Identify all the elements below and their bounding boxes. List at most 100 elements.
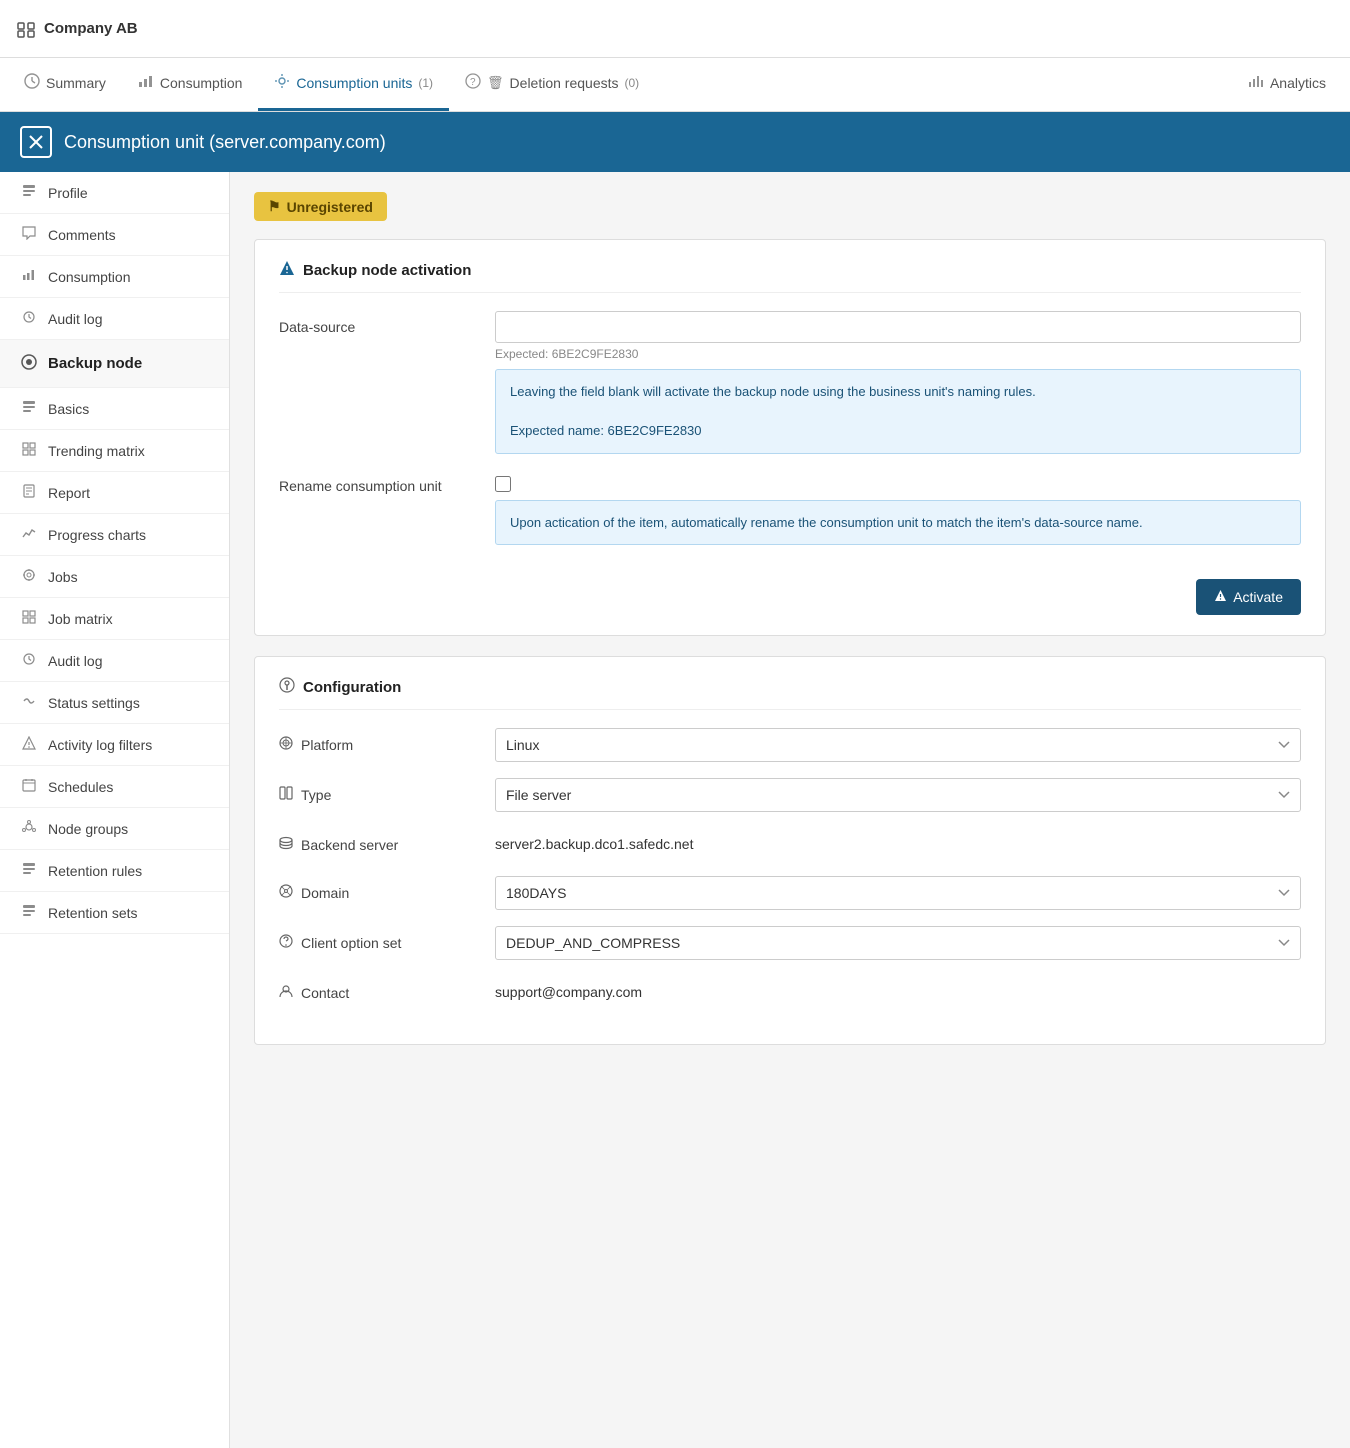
sidebar-item-retention-sets-label: Retention sets: [48, 905, 138, 921]
sidebar-item-profile[interactable]: Profile: [0, 172, 229, 214]
sidebar-item-jobs-label: Jobs: [48, 569, 78, 585]
backup-node-card: Backup node activation Data-source Expec…: [254, 239, 1326, 636]
platform-field: Linux Windows macOS: [495, 728, 1301, 762]
activate-icon: [1214, 589, 1227, 605]
sidebar-item-activity-log-filters[interactable]: Activity log filters: [0, 724, 229, 766]
backup-node-title-icon: [279, 260, 295, 280]
sidebar-item-profile-label: Profile: [48, 185, 88, 201]
rename-checkbox-row: [495, 470, 1301, 492]
content-area: ⚑ Unregistered Backup node activation Da…: [230, 172, 1350, 1448]
sidebar-item-progress-charts[interactable]: Progress charts: [0, 514, 229, 556]
platform-select[interactable]: Linux Windows macOS: [495, 728, 1301, 762]
sidebar-item-schedules[interactable]: Schedules: [0, 766, 229, 808]
rename-label: Rename consumption unit: [279, 470, 479, 494]
tab-summary-label: Summary: [46, 75, 106, 91]
backend-server-icon: [279, 836, 293, 853]
sidebar-item-consumption[interactable]: Consumption: [0, 256, 229, 298]
retention-sets-icon: [20, 904, 38, 921]
sidebar-item-audit-log-2[interactable]: Audit log: [0, 640, 229, 682]
domain-icon: [279, 884, 293, 901]
sidebar-item-schedules-label: Schedules: [48, 779, 113, 795]
sidebar-item-consumption-label: Consumption: [48, 269, 131, 285]
svg-text:?: ?: [470, 77, 476, 88]
progress-charts-icon: [20, 526, 38, 543]
profile-icon: [20, 184, 38, 201]
trash-icon: 🗑: [487, 75, 504, 91]
backend-server-field: server2.backup.dco1.safedc.net: [495, 828, 1301, 860]
configuration-card: Configuration Platform Linux Windows mac…: [254, 656, 1326, 1045]
sidebar-item-job-matrix[interactable]: Job matrix: [0, 598, 229, 640]
activate-button[interactable]: Activate: [1196, 579, 1301, 615]
contact-icon: [279, 984, 293, 1001]
main-layout: Profile Comments Consumption Audit log B…: [0, 172, 1350, 1448]
rename-checkbox[interactable]: [495, 476, 511, 492]
sidebar-item-node-groups-label: Node groups: [48, 821, 128, 837]
activate-button-label: Activate: [1233, 589, 1283, 605]
trending-matrix-icon: [20, 442, 38, 459]
flag-icon: ⚑: [268, 198, 281, 215]
data-source-row: Data-source Expected: 6BE2C9FE2830 Leavi…: [279, 311, 1301, 454]
deletion-icon: ?: [465, 73, 481, 94]
backend-server-value: server2.backup.dco1.safedc.net: [495, 828, 1301, 860]
contact-row: Contact support@company.com: [279, 976, 1301, 1008]
status-settings-icon: [20, 694, 38, 711]
sidebar-item-basics[interactable]: Basics: [0, 388, 229, 430]
sidebar-item-status-settings[interactable]: Status settings: [0, 682, 229, 724]
domain-label: Domain: [279, 876, 479, 901]
sidebar-item-retention-sets[interactable]: Retention sets: [0, 892, 229, 934]
sidebar-item-report-label: Report: [48, 485, 90, 501]
tab-analytics[interactable]: Analytics: [1232, 58, 1342, 111]
data-source-input[interactable]: [495, 311, 1301, 343]
domain-select[interactable]: 180DAYS 365DAYS 90DAYS: [495, 876, 1301, 910]
sidebar-item-progress-charts-label: Progress charts: [48, 527, 146, 543]
backend-server-label: Backend server: [279, 828, 479, 853]
backend-server-row: Backend server server2.backup.dco1.safed…: [279, 828, 1301, 860]
retention-rules-icon: [20, 862, 38, 879]
sidebar-item-jobs[interactable]: Jobs: [0, 556, 229, 598]
sidebar-item-retention-rules[interactable]: Retention rules: [0, 850, 229, 892]
page-header-icon: [20, 126, 52, 158]
page-title: Consumption unit (server.company.com): [64, 132, 386, 153]
company-name: Company AB: [44, 20, 138, 37]
node-groups-icon: [20, 820, 38, 837]
status-badge: ⚑ Unregistered: [254, 192, 387, 221]
tab-summary[interactable]: Summary: [8, 58, 122, 111]
activity-log-filters-icon: [20, 736, 38, 753]
type-icon: [279, 786, 293, 803]
tab-consumption[interactable]: Consumption: [122, 58, 259, 111]
sidebar-item-retention-rules-label: Retention rules: [48, 863, 142, 879]
rename-row: Rename consumption unit Upon actication …: [279, 470, 1301, 546]
rename-field: Upon actication of the item, automatical…: [495, 470, 1301, 546]
contact-label: Contact: [279, 976, 479, 1001]
tab-consumption-units[interactable]: Consumption units (1): [258, 58, 449, 111]
sidebar-item-trending-matrix[interactable]: Trending matrix: [0, 430, 229, 472]
platform-row: Platform Linux Windows macOS: [279, 728, 1301, 762]
sidebar-item-node-groups[interactable]: Node groups: [0, 808, 229, 850]
configuration-title-text: Configuration: [303, 679, 401, 696]
client-option-set-label: Client option set: [279, 926, 479, 951]
client-option-set-select[interactable]: DEDUP_AND_COMPRESS NONE COMPRESS_ONLY: [495, 926, 1301, 960]
sidebar-item-comments[interactable]: Comments: [0, 214, 229, 256]
client-option-set-field: DEDUP_AND_COMPRESS NONE COMPRESS_ONLY: [495, 926, 1301, 960]
report-icon: [20, 484, 38, 501]
audit-log-icon: [20, 310, 38, 327]
analytics-icon: [1248, 73, 1264, 94]
schedules-icon: [20, 778, 38, 795]
tab-consumption-units-badge: (1): [418, 76, 433, 90]
type-select[interactable]: File server Database Application: [495, 778, 1301, 812]
sidebar-item-comments-label: Comments: [48, 227, 116, 243]
sidebar-item-backup-node[interactable]: Backup node: [0, 340, 229, 388]
domain-row: Domain 180DAYS 365DAYS 90DAYS: [279, 876, 1301, 910]
summary-icon: [24, 73, 40, 94]
data-source-field: Expected: 6BE2C9FE2830 Leaving the field…: [495, 311, 1301, 454]
activate-btn-row: Activate: [279, 561, 1301, 615]
backup-node-title: Backup node activation: [279, 260, 1301, 293]
sidebar-item-report[interactable]: Report: [0, 472, 229, 514]
tab-consumption-units-label: Consumption units: [296, 75, 412, 91]
sidebar-item-activity-log-filters-label: Activity log filters: [48, 737, 152, 753]
sidebar-item-audit-log[interactable]: Audit log: [0, 298, 229, 340]
data-source-hint: Expected: 6BE2C9FE2830: [495, 347, 1301, 361]
platform-label: Platform: [279, 728, 479, 753]
type-row: Type File server Database Application: [279, 778, 1301, 812]
tab-deletion-requests[interactable]: ? 🗑 Deletion requests (0): [449, 58, 655, 111]
